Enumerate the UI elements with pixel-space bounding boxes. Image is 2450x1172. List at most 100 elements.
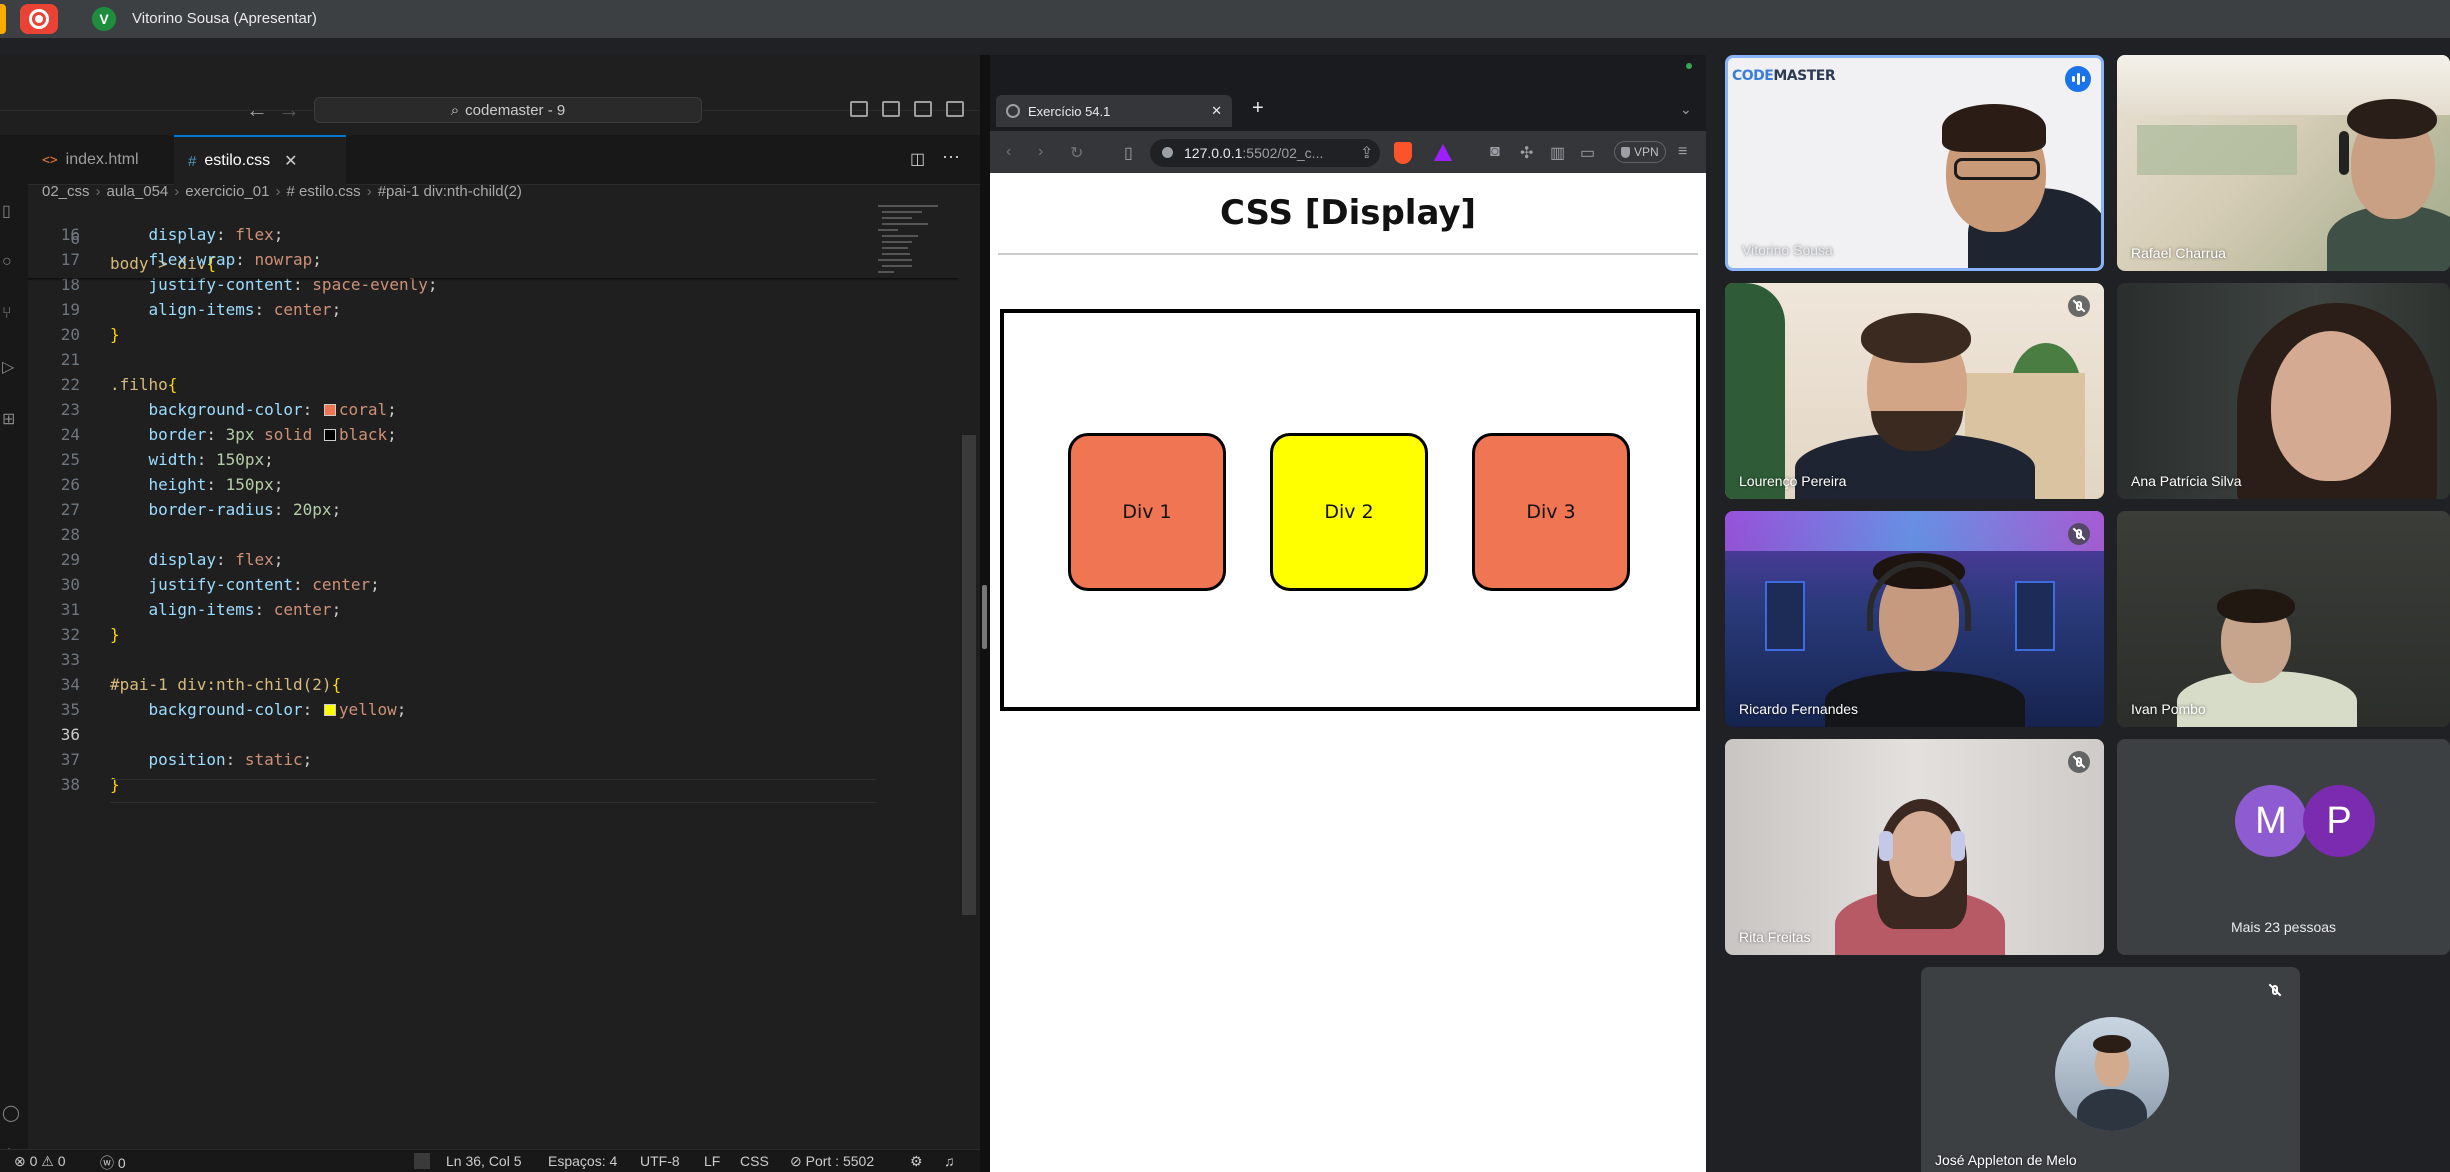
new-tab-icon[interactable]: +: [1252, 97, 1264, 120]
participant-tile-rita[interactable]: Rita Freitas: [1725, 739, 2104, 955]
more-actions-icon[interactable]: ⋯: [942, 147, 960, 168]
speaking-indicator-icon: [2065, 66, 2091, 92]
url-path: :5502/02_c...: [1242, 145, 1324, 161]
meet-top-bar: V Vitorino Sousa (Apresentar): [0, 0, 2450, 38]
participant-body: [1825, 671, 2025, 727]
muted-mic-icon: [2068, 523, 2090, 545]
breadcrumb-item[interactable]: exercicio_01: [185, 183, 269, 200]
live-server-port[interactable]: ⊘ Port : 5502: [790, 1153, 874, 1170]
command-center[interactable]: ⌕ codemaster - 9: [314, 97, 702, 123]
code-editor[interactable]: 6 body > div{ 16 display: flex; 17 flex-…: [28, 201, 958, 1131]
vpn-shield-icon: [1621, 146, 1630, 158]
tab-search-chevron-icon[interactable]: ⌄: [1680, 101, 1692, 118]
indentation[interactable]: Espaços: 4: [548, 1153, 617, 1169]
language-mode[interactable]: CSS: [740, 1153, 769, 1169]
split-editor-icon[interactable]: ◫: [910, 149, 925, 169]
breadcrumb-item[interactable]: aula_054: [107, 183, 169, 200]
notifications-bell-icon[interactable]: ♫: [944, 1153, 955, 1169]
breadcrumb-item[interactable]: #pai-1 div:nth-child(2): [378, 183, 522, 200]
participant-tile-ivan[interactable]: Ivan Pombo: [2117, 511, 2450, 727]
url-host: 127.0.0.1: [1184, 145, 1243, 161]
toggle-primary-sidebar-icon[interactable]: [850, 101, 868, 117]
close-icon[interactable]: ✕: [284, 151, 297, 171]
problems-indicator[interactable]: ⊗ 0 ⚠ 0: [14, 1153, 66, 1170]
ports-indicator[interactable]: ⓦ 0: [100, 1153, 126, 1172]
participant-name: José Appleton de Melo: [1935, 1152, 2077, 1168]
wallet-icon[interactable]: ▭: [1580, 143, 1595, 163]
forward-arrow-icon[interactable]: →: [278, 97, 300, 123]
account-icon[interactable]: ◯: [2, 1103, 22, 1123]
child-box-1: Div 1: [1068, 433, 1226, 591]
cursor-position[interactable]: Ln 36, Col 5: [446, 1153, 522, 1169]
camera-indicator: [1686, 63, 1692, 69]
record-icon: [29, 9, 49, 29]
sidebar-icon[interactable]: ▥: [1550, 143, 1565, 163]
background-lights: [1725, 511, 2104, 551]
sticky-scroll-shadow: [28, 278, 958, 281]
editor-scrollbar[interactable]: [962, 435, 976, 915]
box-label: Div 1: [1122, 501, 1172, 523]
participant-name: Lourenço Pereira: [1739, 473, 1847, 489]
css-file-icon: #: [188, 152, 197, 170]
vpn-label: VPN: [1634, 145, 1659, 159]
site-info-icon[interactable]: [1162, 147, 1173, 158]
encoding[interactable]: UTF-8: [640, 1153, 680, 1169]
participant-name: Ricardo Fernandes: [1739, 701, 1859, 717]
browser-window: Exercício 54.1 ✕ + ⌄ ‹ › ↻ ▯ 127.0.0.1:5…: [990, 55, 1706, 1172]
screenshot-icon[interactable]: ◙: [1490, 143, 1500, 161]
extensions-puzzle-icon[interactable]: ✣: [1520, 143, 1533, 163]
muted-mic-icon: [2264, 979, 2286, 1001]
tab-label: index.html: [65, 151, 139, 168]
background-poster: [2015, 581, 2055, 651]
brave-rewards-icon[interactable]: [1434, 144, 1452, 161]
toggle-panel-icon[interactable]: [882, 101, 900, 117]
participant-hair: [1861, 313, 1971, 363]
child-box-2: Div 2: [1270, 433, 1428, 591]
participant-tile-lourenco[interactable]: Lourenço Pereira: [1725, 283, 2104, 499]
back-arrow-icon[interactable]: ←: [246, 97, 268, 123]
search-sidebar-icon[interactable]: ○: [2, 253, 22, 273]
muted-mic-icon: [2068, 751, 2090, 773]
bookmark-icon[interactable]: ▯: [1124, 143, 1133, 163]
page-divider: [998, 253, 1698, 255]
participant-name: Ivan Pombo: [2131, 701, 2206, 717]
breadcrumb-item[interactable]: # estilo.css: [286, 183, 360, 200]
toggle-secondary-sidebar-icon[interactable]: [914, 101, 932, 117]
status-separator: [414, 1153, 430, 1169]
participant-name: Rita Freitas: [1739, 929, 1811, 945]
address-bar[interactable]: 127.0.0.1:5502/02_c...: [1150, 139, 1380, 167]
run-debug-icon[interactable]: ▷: [2, 357, 22, 377]
avatar: M: [2235, 785, 2307, 857]
share-icon[interactable]: ⇪: [1360, 143, 1373, 163]
participant-tile-ana[interactable]: Ana Patrícia Silva: [2117, 283, 2450, 499]
sidebar-toggle[interactable]: [0, 4, 6, 34]
more-participants-tile[interactable]: M P Mais 23 pessoas: [2117, 739, 2450, 955]
back-icon[interactable]: ‹: [1006, 143, 1011, 161]
source-control-icon[interactable]: ⑂: [2, 305, 22, 325]
participant-name: Ana Patrícia Silva: [2131, 473, 2242, 489]
reload-icon[interactable]: ↻: [1070, 143, 1083, 163]
brave-shields-icon[interactable]: [1394, 142, 1412, 164]
recording-button[interactable]: [20, 4, 58, 34]
extensions-icon[interactable]: ⊞: [2, 409, 22, 429]
vpn-button[interactable]: VPN: [1614, 141, 1666, 163]
participant-tile-ricardo[interactable]: Ricardo Fernandes: [1725, 511, 2104, 727]
participant-tile-rafael[interactable]: Rafael Charrua: [2117, 55, 2450, 271]
menu-icon[interactable]: ≡: [1678, 143, 1687, 161]
current-line-highlight: [110, 779, 876, 803]
parent-container: Div 1 Div 2 Div 3: [1000, 309, 1700, 711]
customize-layout-icon[interactable]: [946, 101, 964, 117]
forward-icon[interactable]: ›: [1038, 143, 1043, 161]
split-handle[interactable]: [982, 585, 987, 649]
search-icon: ⌕: [450, 101, 460, 119]
browser-tab[interactable]: Exercício 54.1 ✕: [996, 95, 1232, 127]
explorer-icon[interactable]: ▯: [2, 201, 22, 221]
end-of-line[interactable]: LF: [704, 1153, 720, 1169]
participant-tile-jose[interactable]: José Appleton de Melo: [1921, 967, 2300, 1172]
participant-tile-vitorino[interactable]: CODEMASTER Vitorino Sousa: [1725, 55, 2104, 271]
breadcrumb-item[interactable]: 02_css: [42, 183, 90, 200]
minimap[interactable]: [878, 201, 958, 341]
close-tab-icon[interactable]: ✕: [1211, 103, 1222, 119]
prettier-icon[interactable]: ⚙: [910, 1153, 923, 1170]
background-window: [2137, 125, 2297, 175]
